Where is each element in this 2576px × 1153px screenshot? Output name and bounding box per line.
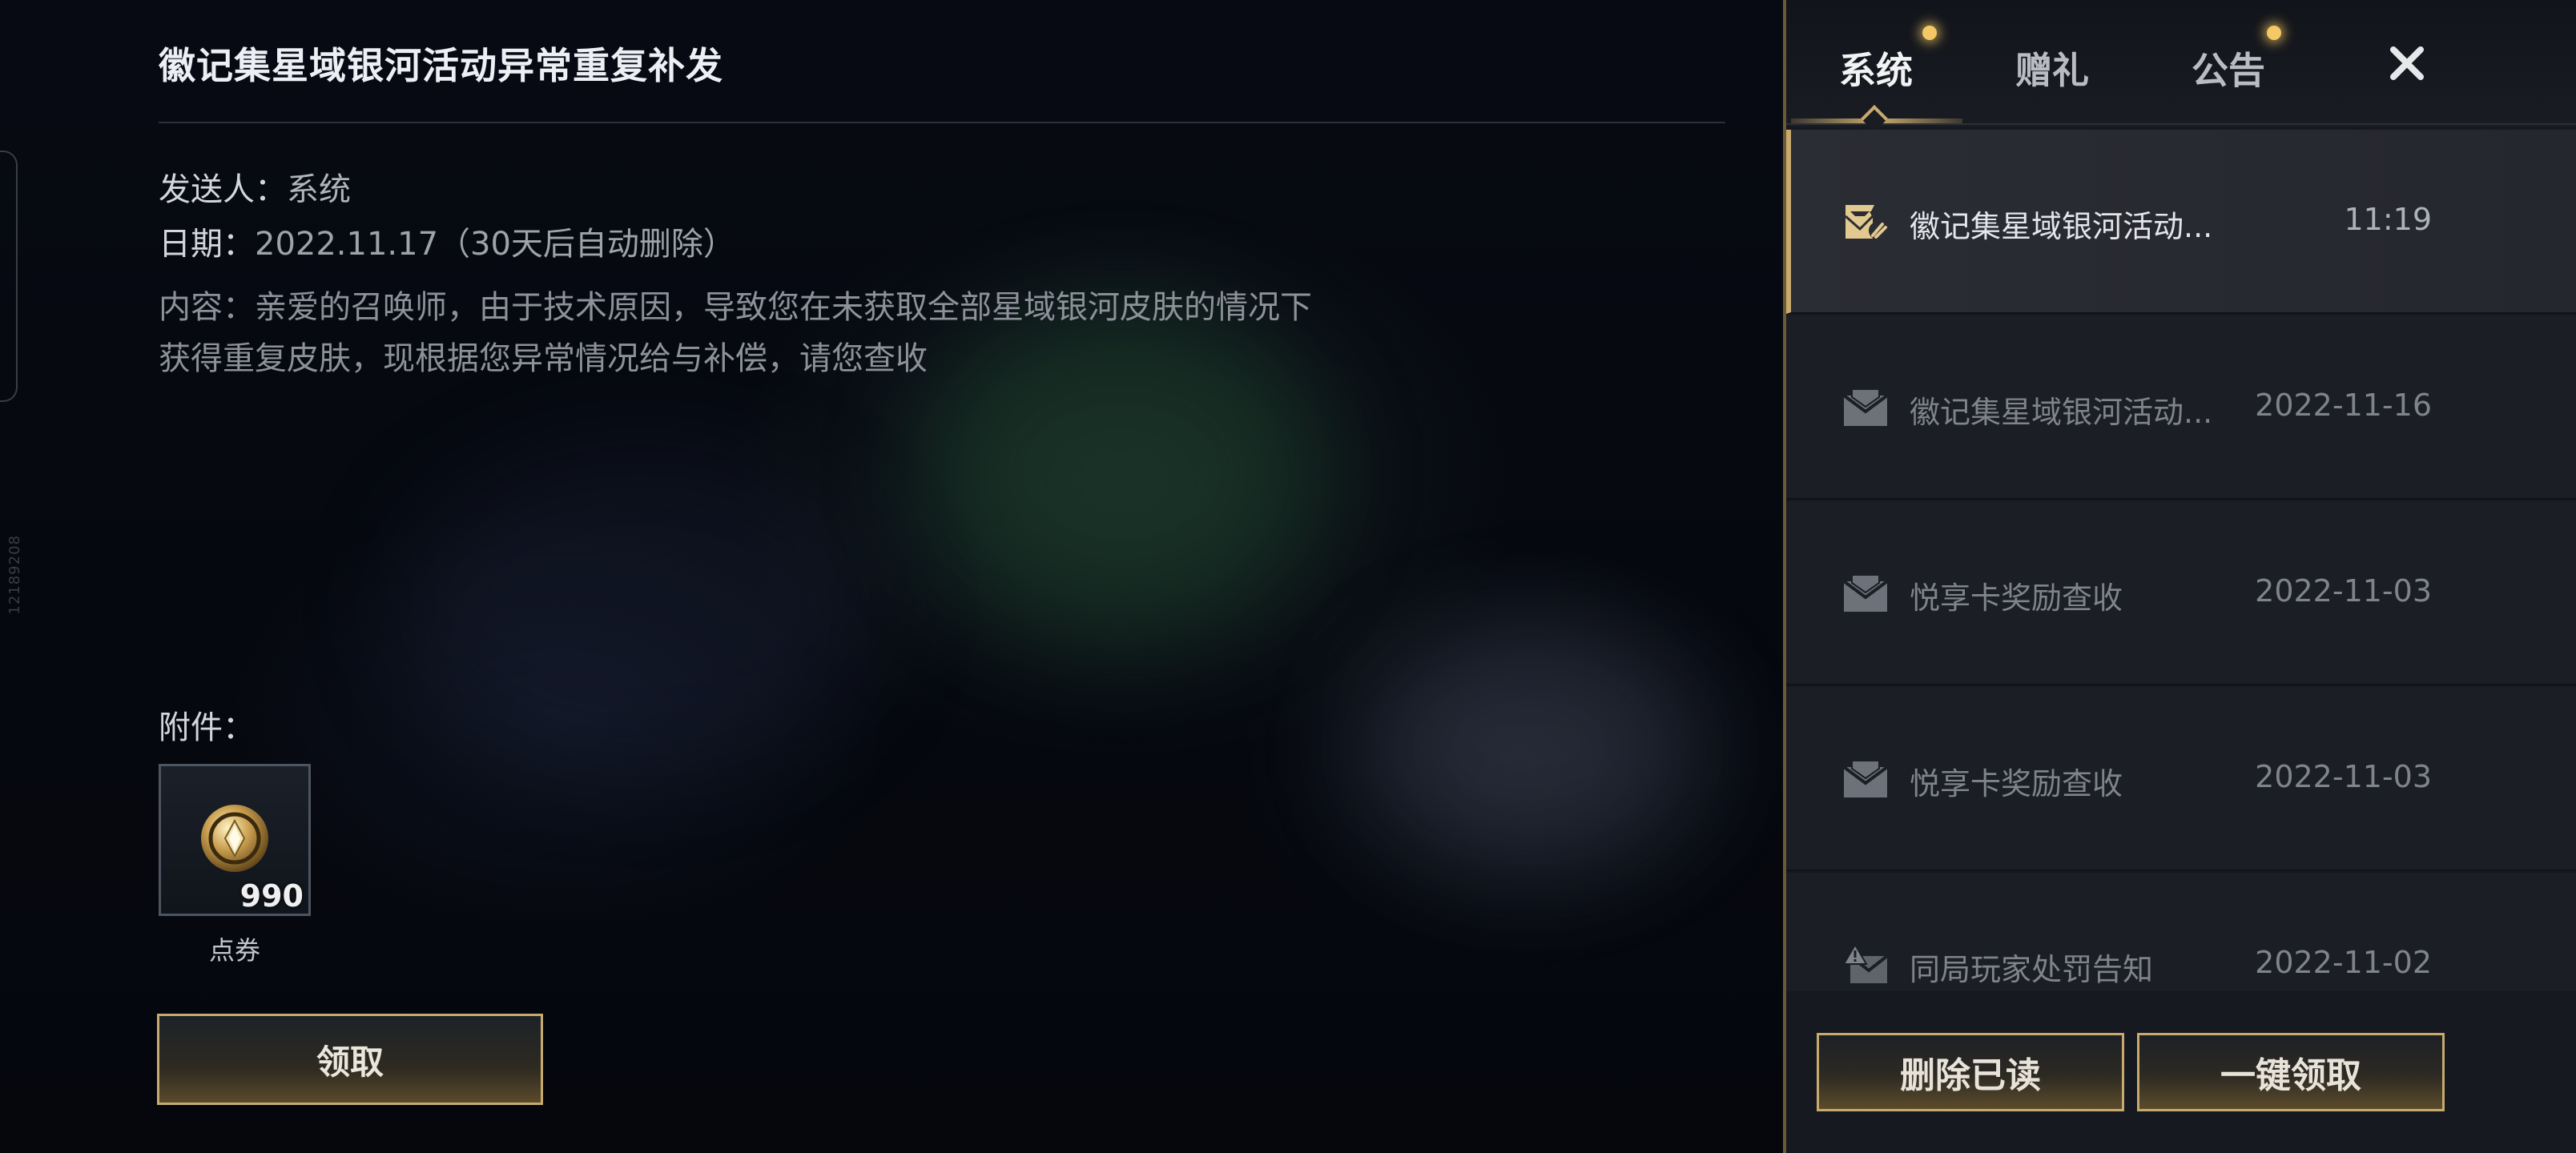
tab-gifts[interactable]: 赠礼 [2015, 42, 2089, 94]
mail-item-title: 徽记集星域银河活动... [1910, 209, 2213, 244]
mail-list-item[interactable]: 悦享卡奖励查收 2022-11-03 [1786, 501, 2576, 685]
mail-content: 内容：亲爱的召唤师，由于技术原因，导致您在未获取全部星域银河皮肤的情况下获得重复… [159, 282, 1312, 384]
sender-line: 发送人：系统 [159, 163, 351, 210]
attachment-item[interactable]: 990 [159, 764, 311, 916]
mail-icon [1842, 388, 1889, 426]
mail-icon [1842, 574, 1889, 612]
tab-system[interactable]: 系统 [1839, 42, 1913, 94]
tab-announcements[interactable]: 公告 [2192, 42, 2265, 94]
mail-sidebar: 系统 赠礼 公告 徽记集星域银河活动... 11:19 徽记集星域银河活动...… [1783, 0, 2576, 1153]
opened-mail-icon [1845, 205, 1887, 239]
coin-icon [201, 805, 268, 872]
background-blur [1362, 625, 1698, 865]
mail-actions-bar: 删除已读 一键领取 [1786, 993, 2576, 1153]
mail-item-title: 悦享卡奖励查收 [1910, 766, 2123, 801]
claim-all-button[interactable]: 一键领取 [2137, 1033, 2445, 1111]
close-icon[interactable] [2379, 35, 2435, 91]
sender-value: 系统 [287, 171, 351, 208]
mail-list-item[interactable]: 悦享卡奖励查收 2022-11-03 [1786, 687, 2576, 871]
tabs-divider [1786, 123, 2576, 125]
active-tab-caret-icon [1861, 105, 1888, 132]
mail-item-title: 悦享卡奖励查收 [1910, 581, 2123, 616]
attachments-label: 附件： [159, 709, 255, 746]
mail-item-time: 2022-11-02 [2255, 945, 2432, 980]
alert-mail-icon [1842, 943, 1889, 983]
date-line: 日期：2022.11.17（30天后自动删除） [159, 218, 735, 264]
title-divider [159, 122, 1725, 123]
attachment-name: 点券 [208, 935, 260, 966]
side-drawer-handle[interactable] [0, 151, 18, 402]
background-blur [400, 448, 881, 769]
mail-title: 徽记集星域银河活动异常重复补发 [159, 44, 723, 87]
mail-item-title: 徽记集星域银河活动... [1910, 395, 2213, 430]
date-value: 2022.11.17（30天后自动删除） [255, 226, 735, 263]
delete-read-button[interactable]: 删除已读 [1817, 1033, 2124, 1111]
mail-item-time: 2022-11-03 [2255, 759, 2432, 794]
side-code: 12189208 [6, 535, 23, 615]
mail-item-title: 同局玩家处罚告知 [1910, 952, 2154, 987]
attachment-quantity: 990 [239, 878, 304, 914]
mail-icon [1842, 760, 1889, 797]
mail-item-time: 2022-11-03 [2255, 573, 2432, 609]
mail-list-item[interactable]: 徽记集星域银河活动... 2022-11-16 [1786, 315, 2576, 500]
content-label: 内容： [159, 289, 255, 326]
sender-label: 发送人： [159, 171, 287, 208]
claim-button[interactable]: 领取 [157, 1014, 543, 1105]
notification-dot-icon [2267, 26, 2281, 40]
mail-list-item[interactable]: 同局玩家处罚告知 2022-11-02 [1786, 873, 2576, 991]
date-label: 日期： [159, 226, 255, 263]
mail-item-time: 2022-11-16 [2255, 388, 2432, 423]
mail-screen: 12189208 徽记集星域银河活动异常重复补发 发送人：系统 日期：2022.… [0, 0, 2576, 1153]
mail-list-item[interactable]: 徽记集星域银河活动... 11:19 [1786, 130, 2576, 314]
notification-dot-icon [1922, 26, 1937, 40]
content-body: 亲爱的召唤师，由于技术原因，导致您在未获取全部星域银河皮肤的情况下获得重复皮肤，… [159, 289, 1312, 377]
mail-item-time: 11:19 [2344, 202, 2432, 237]
mail-list: 徽记集星域银河活动... 11:19 徽记集星域银河活动... 2022-11-… [1786, 130, 2576, 991]
mail-tabs: 系统 赠礼 公告 [1786, 0, 2576, 132]
